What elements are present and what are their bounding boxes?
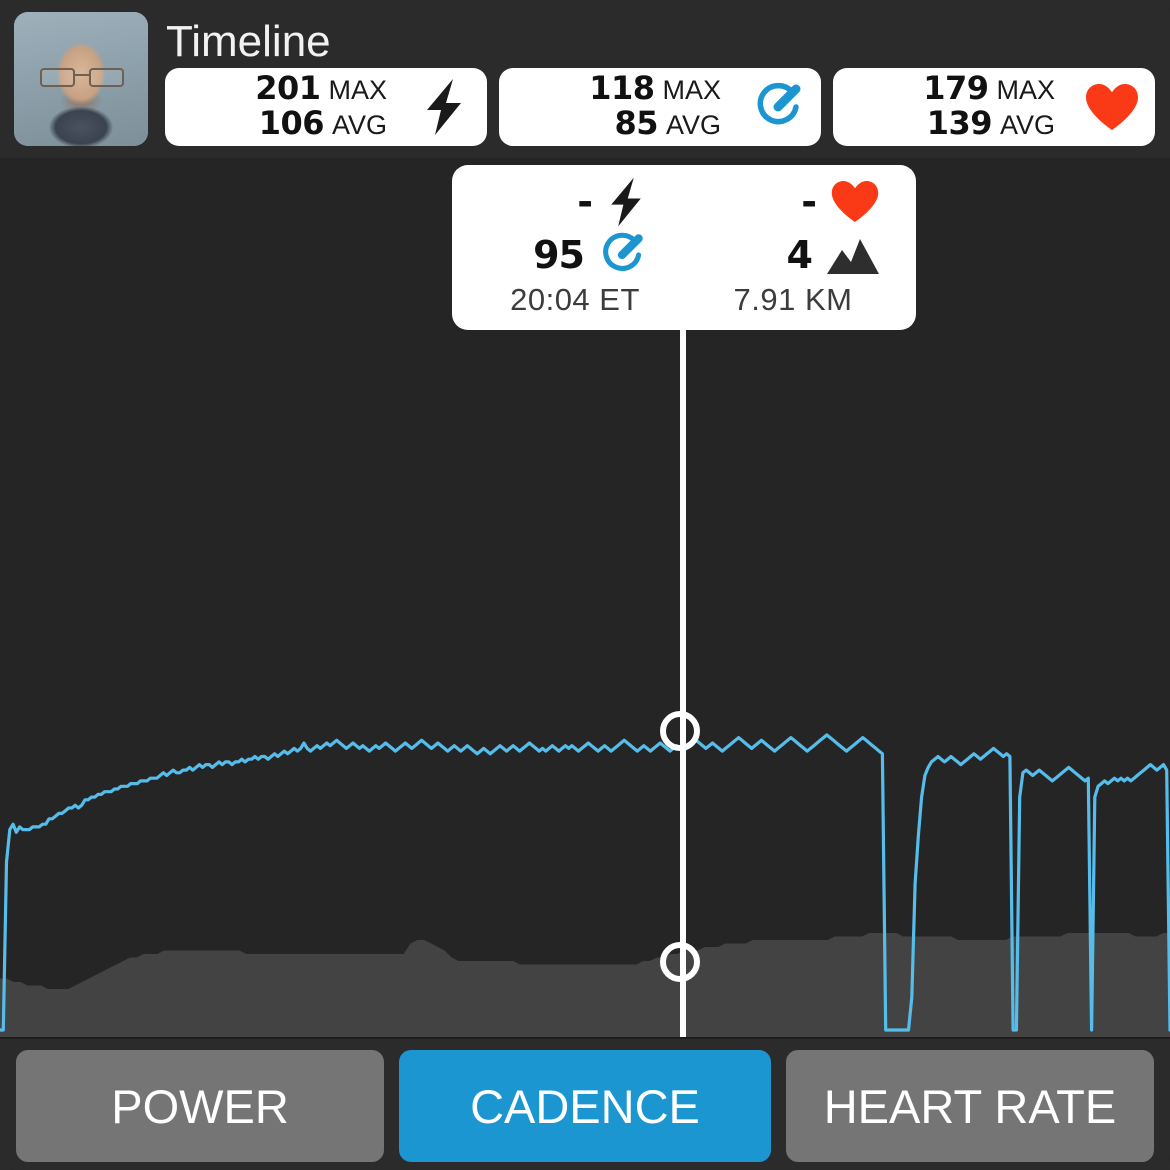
scrub-tooltip-card: - - 95 4 20:04 ET 7.91 KM <box>452 165 916 330</box>
summary-max-row: 179 MAX <box>923 72 1055 107</box>
summary-avg-row: 106 AVG <box>259 107 387 142</box>
avatar-glasses <box>40 68 124 87</box>
summary-max-value: 201 <box>255 69 321 107</box>
summary-avg-row: 85 AVG <box>614 107 721 142</box>
scrub-elevation-cell: 4 <box>684 229 902 283</box>
scrubber-line <box>680 330 686 1037</box>
scrub-heart-rate-cell: - <box>684 175 902 229</box>
scrub-cadence-value: 95 <box>533 233 585 278</box>
header: Timeline 201 MAX 106 AVG 118 MAX 85 AVG … <box>0 0 1170 158</box>
gauge-icon <box>735 81 821 133</box>
summary-avg-row: 139 AVG <box>927 107 1055 142</box>
bolt-icon <box>606 177 646 227</box>
summary-avg-label: AVG <box>331 110 387 140</box>
tab-heart-rate[interactable]: HEART RATE <box>786 1050 1154 1162</box>
scrub-heart-rate-value: - <box>801 179 817 224</box>
bolt-icon <box>401 79 487 135</box>
summary-card-cadence-values: 118 MAX 85 AVG <box>499 72 735 142</box>
heart-icon <box>830 179 880 224</box>
summary-max-label: MAX <box>996 75 1055 105</box>
scrub-elevation-value: 4 <box>786 233 813 278</box>
mountain-icon <box>826 234 880 276</box>
metric-tabbar: POWER CADENCE HEART RATE <box>0 1037 1170 1170</box>
scrub-power-value: - <box>577 179 593 224</box>
summary-avg-label: AVG <box>999 110 1055 140</box>
heart-icon <box>1069 82 1155 132</box>
summary-card-power-values: 201 MAX 106 AVG <box>165 72 401 142</box>
summary-card-power[interactable]: 201 MAX 106 AVG <box>165 68 487 146</box>
avatar[interactable] <box>14 12 148 146</box>
summary-avg-value: 106 <box>258 104 325 142</box>
summary-card-cadence[interactable]: 118 MAX 85 AVG <box>499 68 821 146</box>
scrubber-handle-elevation[interactable] <box>660 942 700 982</box>
scrub-cadence-cell: 95 <box>466 229 684 283</box>
gauge-icon <box>598 231 646 279</box>
scrubber-handle-series[interactable] <box>660 711 700 751</box>
timeline-scrubber[interactable] <box>660 330 700 1037</box>
summary-max-label: MAX <box>328 75 387 105</box>
summary-avg-value: 85 <box>614 104 658 142</box>
summary-avg-label: AVG <box>665 110 721 140</box>
summary-max-row: 201 MAX <box>255 72 387 107</box>
scrub-distance: 7.91 KM <box>733 282 853 317</box>
scrub-elapsed-time: 20:04 ET <box>510 282 640 317</box>
page-title: Timeline <box>166 17 331 66</box>
timeline-app: Timeline 201 MAX 106 AVG 118 MAX 85 AVG … <box>0 0 1170 1170</box>
summary-max-value: 179 <box>923 69 989 107</box>
summary-max-row: 118 MAX <box>589 72 721 107</box>
tab-power[interactable]: POWER <box>16 1050 384 1162</box>
summary-max-label: MAX <box>662 75 721 105</box>
tab-cadence[interactable]: CADENCE <box>399 1050 771 1162</box>
scrub-power-cell: - <box>466 175 684 229</box>
summary-card-heart-rate-values: 179 MAX 139 AVG <box>833 72 1069 142</box>
summary-card-heart-rate[interactable]: 179 MAX 139 AVG <box>833 68 1155 146</box>
summary-max-value: 118 <box>589 69 655 107</box>
summary-avg-value: 139 <box>926 104 993 142</box>
